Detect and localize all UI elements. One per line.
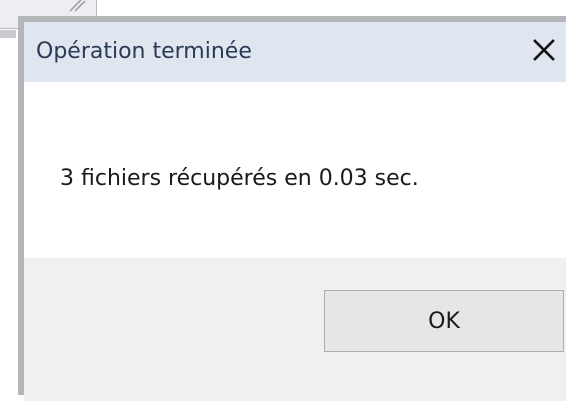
message-dialog: Opération terminée 3 fichiers récupérés … <box>18 16 566 401</box>
ok-button[interactable]: OK <box>324 290 564 352</box>
background-divider <box>0 30 16 38</box>
ok-button-label: OK <box>428 308 460 334</box>
dialog-title-bar[interactable]: Opération terminée <box>24 22 566 82</box>
resize-grip-icon <box>69 0 86 12</box>
dialog-footer: OK <box>24 258 566 401</box>
close-button[interactable] <box>524 32 564 68</box>
dialog-title: Opération terminée <box>36 39 252 64</box>
dialog-message: 3 fichiers récupérés en 0.03 sec. <box>60 166 419 191</box>
close-icon <box>533 39 555 61</box>
dialog-content: 3 fichiers récupérés en 0.03 sec. <box>24 82 566 258</box>
